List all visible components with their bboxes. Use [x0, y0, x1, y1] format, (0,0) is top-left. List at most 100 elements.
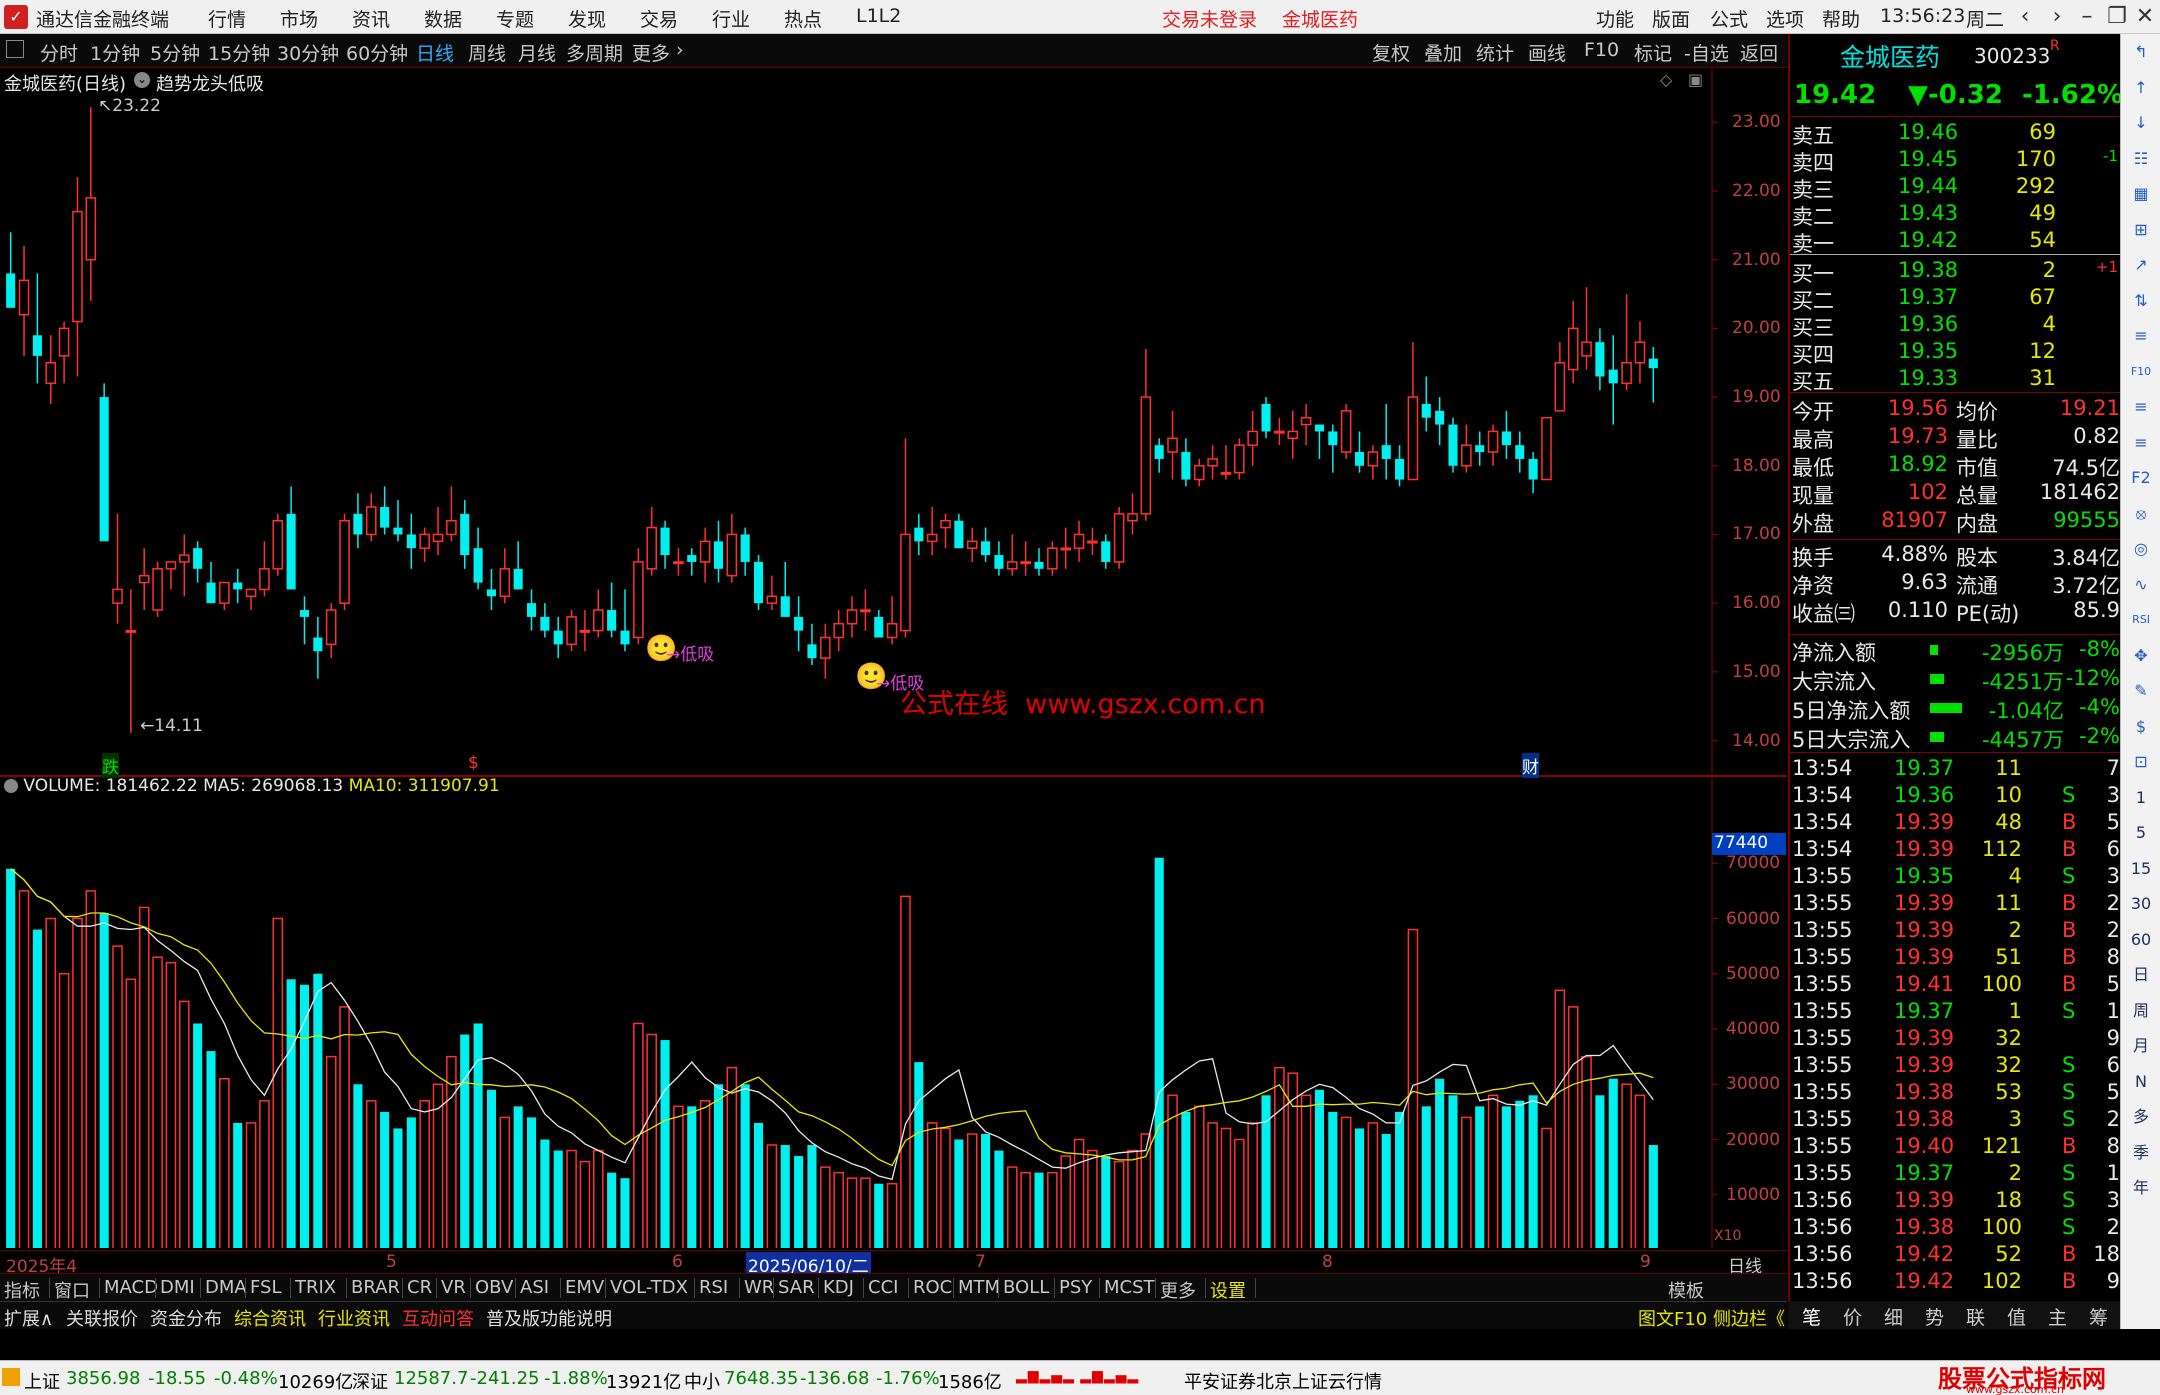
sz-index-name[interactable]: 深证: [352, 1368, 388, 1394]
side-tool-icon[interactable]: 日: [2127, 961, 2155, 989]
template-button[interactable]: 模板: [1668, 1277, 1704, 1303]
candle[interactable]: [1287, 410, 1299, 459]
period-5min[interactable]: 5分钟: [150, 39, 200, 66]
indicator-tab[interactable]: VR: [441, 1277, 466, 1298]
candle[interactable]: [325, 603, 337, 659]
candle[interactable]: [1381, 403, 1391, 480]
tab-qa[interactable]: 互动问答: [402, 1305, 474, 1331]
candle[interactable]: [526, 589, 537, 631]
candle[interactable]: [99, 383, 109, 542]
candle[interactable]: [1621, 294, 1632, 391]
candle[interactable]: [820, 623, 831, 679]
candle[interactable]: [233, 568, 243, 604]
side-tool-icon[interactable]: F10: [2127, 358, 2155, 386]
menu-gongshi[interactable]: 公式: [1710, 5, 1748, 32]
period-60min[interactable]: 60分钟: [346, 39, 408, 66]
side-tool-icon[interactable]: ⇅: [2127, 287, 2155, 315]
tab-comprehensive-news[interactable]: 综合资讯: [234, 1305, 306, 1331]
candle[interactable]: [393, 500, 403, 542]
quote-tab[interactable]: 势: [1925, 1303, 1944, 1330]
candle[interactable]: [1461, 424, 1472, 473]
candle[interactable]: [1501, 410, 1511, 459]
candle[interactable]: [193, 541, 203, 583]
candle[interactable]: [633, 548, 644, 645]
period-1min[interactable]: 1分钟: [90, 39, 140, 66]
indicator-tab[interactable]: 更多: [1160, 1277, 1196, 1303]
side-tool-icon[interactable]: ≡: [2127, 429, 2155, 457]
side-tool-icon[interactable]: F2: [2127, 464, 2155, 492]
side-tool-icon[interactable]: $: [2127, 713, 2155, 741]
side-tool-icon[interactable]: 多: [2127, 1103, 2155, 1131]
indicator-tab[interactable]: CCI: [868, 1277, 898, 1298]
candle[interactable]: [272, 513, 284, 576]
candle[interactable]: [1087, 527, 1098, 556]
candle[interactable]: [620, 589, 630, 652]
period-daily[interactable]: 日线: [416, 39, 454, 66]
candle[interactable]: [914, 513, 924, 556]
tab-industry-news[interactable]: 行业资讯: [318, 1305, 390, 1331]
candle[interactable]: [1340, 403, 1352, 459]
candle[interactable]: [1421, 376, 1431, 432]
tab-f10-sidebar[interactable]: 图文F10 侧边栏《: [1638, 1305, 1785, 1331]
candlestick-chart[interactable]: [0, 68, 1787, 1248]
candle[interactable]: [446, 486, 457, 542]
candle[interactable]: [740, 527, 750, 576]
indicator-tab[interactable]: PSY: [1059, 1277, 1092, 1298]
indicator-tab[interactable]: MTM: [958, 1277, 1000, 1298]
indicator-tab[interactable]: DMA: [205, 1277, 247, 1298]
candle[interactable]: [112, 513, 123, 624]
indicator-tab[interactable]: ROC: [913, 1277, 952, 1298]
back-arrow-icon[interactable]: ‹: [2010, 3, 2040, 31]
restore-icon[interactable]: ❐: [2102, 3, 2132, 31]
candle[interactable]: [566, 610, 577, 652]
candle[interactable]: [1101, 534, 1111, 569]
candle[interactable]: [794, 596, 804, 652]
candle[interactable]: [926, 506, 938, 556]
indicator-tab[interactable]: RSI: [699, 1277, 728, 1298]
btn-fanhui[interactable]: 返回: [1740, 39, 1778, 66]
indicator-tab[interactable]: DMI: [160, 1277, 195, 1298]
side-tool-icon[interactable]: 1: [2127, 784, 2155, 812]
btn-tongji[interactable]: 统计: [1476, 39, 1514, 66]
candle[interactable]: [940, 513, 951, 549]
indicator-tab[interactable]: 窗口: [54, 1277, 90, 1303]
menu-hangqing[interactable]: 行情: [208, 5, 246, 32]
candle[interactable]: [1181, 438, 1191, 487]
candle[interactable]: [1648, 346, 1658, 403]
candle[interactable]: [1634, 321, 1646, 384]
side-tool-icon[interactable]: ↓: [2127, 109, 2155, 137]
indicator-tab[interactable]: ASI: [520, 1277, 549, 1298]
candle[interactable]: [1554, 342, 1566, 412]
candle[interactable]: [299, 596, 310, 645]
menu-banmian[interactable]: 版面: [1652, 5, 1690, 32]
candle[interactable]: [245, 588, 257, 611]
candle[interactable]: [713, 520, 724, 583]
period-multi[interactable]: 多周期: [566, 39, 623, 66]
candle[interactable]: [592, 589, 604, 638]
candle[interactable]: [994, 541, 1004, 576]
candle[interactable]: [646, 506, 658, 576]
menu-faxian[interactable]: 发现: [568, 5, 606, 32]
period-15min[interactable]: 15分钟: [208, 39, 270, 66]
candle[interactable]: [219, 581, 230, 611]
side-tool-icon[interactable]: ◎: [2127, 535, 2155, 563]
candle[interactable]: [780, 561, 790, 617]
candle[interactable]: [1608, 335, 1618, 425]
panel-icon[interactable]: ▣: [1688, 70, 1703, 89]
period-weekly[interactable]: 周线: [468, 39, 506, 66]
candle[interactable]: [1020, 541, 1031, 576]
candle[interactable]: [1515, 431, 1525, 473]
candle[interactable]: [6, 232, 16, 308]
candle[interactable]: [18, 245, 30, 356]
tab-related-quotes[interactable]: 关联报价: [66, 1305, 138, 1331]
candle[interactable]: [58, 321, 70, 384]
candle[interactable]: [460, 500, 470, 569]
indicator-tab[interactable]: WR: [744, 1277, 774, 1298]
candle[interactable]: [1367, 445, 1379, 480]
candle[interactable]: [1127, 493, 1138, 535]
candle[interactable]: [1354, 431, 1365, 473]
candle[interactable]: [125, 589, 137, 733]
tab-expand[interactable]: 扩展∧: [4, 1305, 53, 1331]
candle[interactable]: [687, 548, 697, 576]
tab-fund-distribution[interactable]: 资金分布: [150, 1305, 222, 1331]
